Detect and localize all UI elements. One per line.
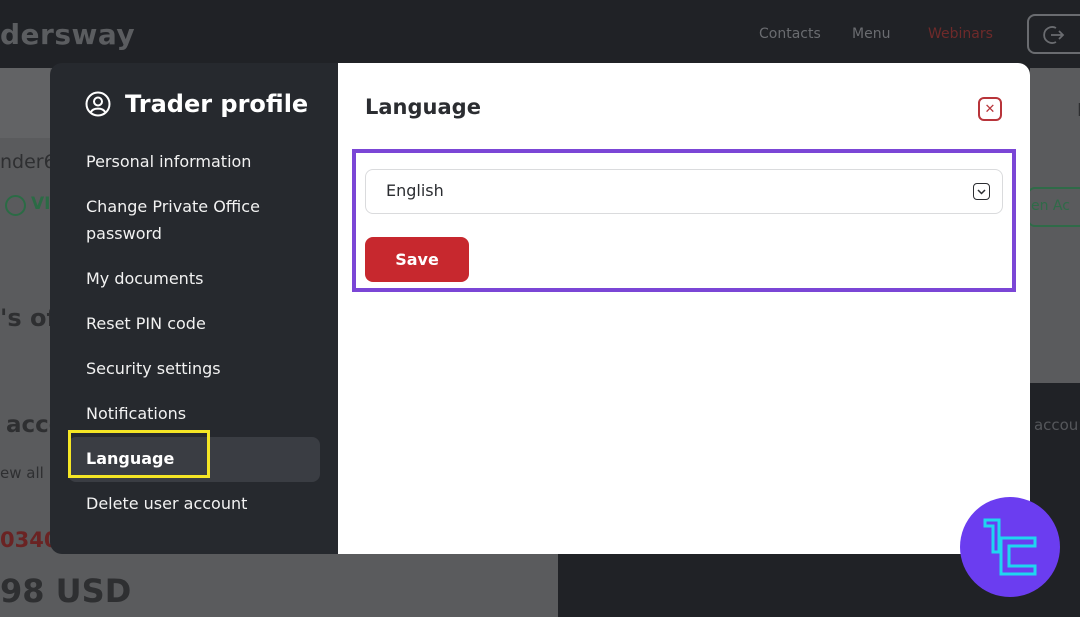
sidebar-item-delete-account[interactable]: Delete user account	[86, 490, 306, 517]
brand-logo-text: dersway	[0, 18, 136, 51]
profile-sidebar: Trader profile Personal information Chan…	[50, 63, 338, 554]
top-navigation-bar: dersway Contacts Menu Webinars	[0, 0, 1080, 68]
background-balance: 98 USD	[0, 572, 132, 610]
nav-webinars[interactable]: Webinars	[928, 26, 993, 42]
background-left-band	[0, 68, 50, 138]
close-icon: ✕	[984, 101, 996, 117]
sidebar-title: Trader profile	[125, 90, 309, 118]
chevron-down-icon[interactable]	[973, 183, 990, 200]
background-view-all-link[interactable]: ew all	[0, 464, 44, 482]
nav-contacts[interactable]: Contacts	[759, 26, 821, 42]
language-select-value: English	[386, 181, 444, 200]
background-verified-label: VI	[31, 194, 51, 214]
user-circle-icon	[85, 91, 111, 117]
tradingfinder-logo-icon	[960, 497, 1060, 597]
language-select[interactable]: English	[365, 169, 1003, 214]
sidebar-item-personal-information[interactable]: Personal information	[86, 148, 306, 175]
background-open-account-label: en Ac	[1031, 198, 1070, 214]
close-button[interactable]: ✕	[978, 97, 1002, 121]
sidebar-item-notifications[interactable]: Notifications	[86, 400, 306, 427]
logout-button[interactable]	[1027, 14, 1080, 54]
save-button[interactable]: Save	[365, 237, 469, 282]
sidebar-header: Trader profile	[85, 90, 308, 118]
logout-icon	[1043, 26, 1065, 44]
yellow-highlight-box	[68, 430, 210, 478]
panel-title: Language	[365, 95, 481, 119]
sidebar-item-security-settings[interactable]: Security settings	[86, 355, 306, 382]
logo-mark	[983, 518, 1037, 576]
sidebar-item-reset-pin[interactable]: Reset PIN code	[86, 310, 306, 337]
language-panel: Language ✕ English Save	[338, 63, 1030, 554]
sidebar-item-my-documents[interactable]: My documents	[86, 265, 306, 292]
verified-check-icon	[5, 195, 26, 216]
sidebar-item-change-password[interactable]: Change Private Office password	[86, 193, 306, 247]
trader-profile-modal: Trader profile Personal information Chan…	[50, 63, 1030, 554]
background-offers-heading: 's of	[0, 304, 57, 332]
background-username: nder6	[0, 151, 56, 173]
nav-menu[interactable]: Menu	[852, 26, 890, 42]
